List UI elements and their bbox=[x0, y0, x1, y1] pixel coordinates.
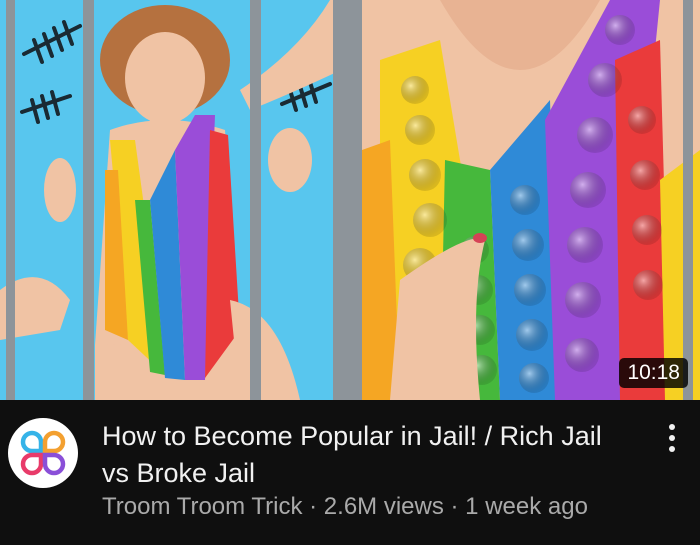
channel-name[interactable]: Troom Troom Trick bbox=[102, 493, 302, 520]
more-vert-icon bbox=[669, 446, 675, 452]
video-thumbnail[interactable]: 10:18 bbox=[0, 0, 700, 400]
more-options-button[interactable] bbox=[658, 418, 686, 458]
more-vert-icon bbox=[669, 435, 675, 441]
meta-separator: · bbox=[443, 493, 466, 520]
duration-badge: 10:18 bbox=[619, 358, 688, 388]
video-card[interactable]: 10:18 How to Become Popular in Jail! / R… bbox=[0, 0, 700, 545]
video-info: How to Become Popular in Jail! / Rich Ja… bbox=[0, 400, 700, 545]
video-metadata: Troom Troom Trick · 2.6M views · 1 week … bbox=[102, 492, 588, 522]
thumbnail-image bbox=[0, 0, 700, 400]
channel-logo-icon bbox=[20, 430, 66, 476]
view-count: 2.6M views bbox=[323, 493, 444, 520]
channel-avatar[interactable] bbox=[8, 418, 78, 488]
upload-age: 1 week ago bbox=[465, 493, 588, 520]
video-title[interactable]: How to Become Popular in Jail! / Rich Ja… bbox=[102, 418, 622, 492]
meta-separator: · bbox=[302, 493, 324, 520]
more-vert-icon bbox=[669, 424, 675, 430]
